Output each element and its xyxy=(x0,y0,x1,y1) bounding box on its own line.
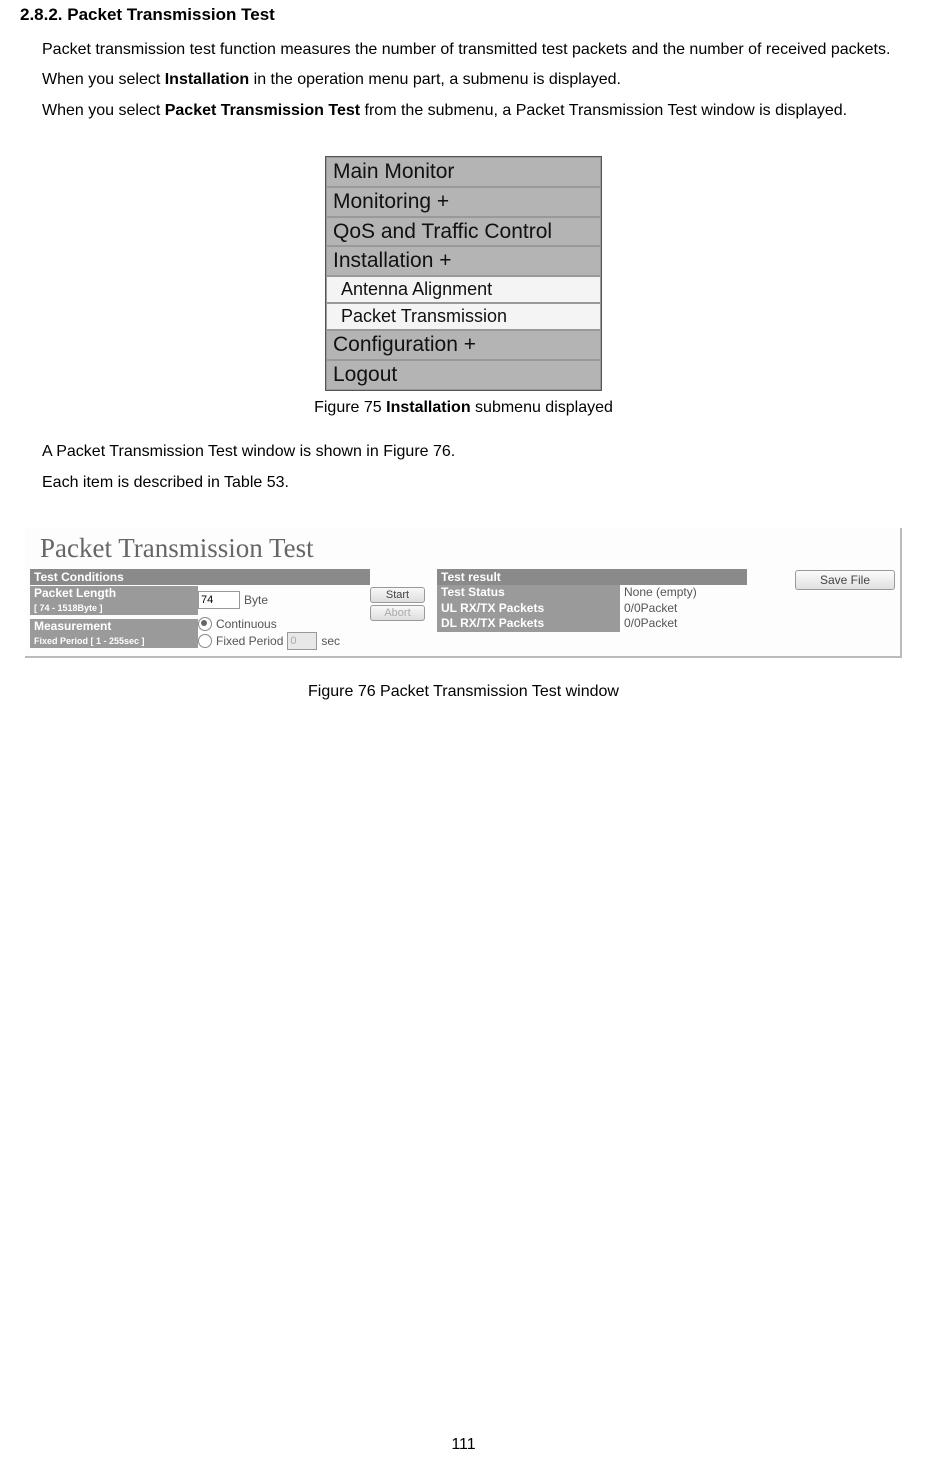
ul-packets-label: UL RX/TX Packets xyxy=(437,601,620,617)
measurement-label: Measurement Fixed Period [ 1 - 255sec ] xyxy=(30,619,198,648)
text-bold: Installation xyxy=(165,71,249,88)
text: Measurement xyxy=(34,619,111,633)
text: Fixed Period [ 1 - 255sec ] xyxy=(34,636,145,646)
paragraph-2: When you select Installation in the oper… xyxy=(20,65,907,95)
menu-logout[interactable]: Logout xyxy=(326,360,601,390)
test-status-label: Test Status xyxy=(437,585,620,601)
fixed-period-unit: sec xyxy=(321,634,340,648)
figure-75-caption: Figure 75 Installation submenu displayed xyxy=(20,399,907,417)
menu-configuration[interactable]: Configuration + xyxy=(326,330,601,360)
paragraph-5: Each item is described in Table 53. xyxy=(20,468,907,498)
packet-length-input[interactable] xyxy=(198,591,240,609)
dl-packets-label: DL RX/TX Packets xyxy=(437,616,620,632)
menu-monitoring[interactable]: Monitoring + xyxy=(326,187,601,217)
menu-qos[interactable]: QoS and Traffic Control xyxy=(326,217,601,246)
figure-75: Main Monitor Monitoring + QoS and Traffi… xyxy=(20,156,907,391)
text: [ 74 - 1518Byte ] xyxy=(34,603,103,613)
menu-packet-transmission[interactable]: Packet Transmission xyxy=(326,303,601,330)
text: When you select xyxy=(42,102,165,119)
menu-installation[interactable]: Installation + xyxy=(326,246,601,276)
text: in the operation menu part, a submenu is… xyxy=(249,71,621,88)
packet-length-label: Packet Length [ 74 - 1518Byte ] xyxy=(30,586,198,615)
figure-76: Packet Transmission Test Test Conditions… xyxy=(25,528,902,658)
figure-76-caption: Figure 76 Packet Transmission Test windo… xyxy=(20,683,907,701)
window-title: Packet Transmission Test xyxy=(25,528,900,569)
fixed-period-input[interactable] xyxy=(287,632,317,650)
ul-packets-value: 0/0Packet xyxy=(620,601,747,617)
abort-button[interactable]: Abort xyxy=(370,605,425,621)
test-conditions-panel: Test Conditions Packet Length [ 74 - 151… xyxy=(30,569,370,651)
text-bold: Installation xyxy=(386,399,470,416)
test-result-panel: Test result Test Status None (empty) UL … xyxy=(437,569,747,632)
fixed-period-radio[interactable] xyxy=(198,634,212,648)
text: Packet Length xyxy=(34,586,116,600)
text-bold: Packet Transmission Test xyxy=(165,102,360,119)
operation-menu: Main Monitor Monitoring + QoS and Traffi… xyxy=(325,156,602,391)
fixed-period-label: Fixed Period xyxy=(216,634,283,648)
menu-antenna-alignment[interactable]: Antenna Alignment xyxy=(326,276,601,303)
packet-length-unit: Byte xyxy=(244,593,268,607)
menu-main-monitor[interactable]: Main Monitor xyxy=(326,157,601,187)
start-button[interactable]: Start xyxy=(370,587,425,603)
text: from the submenu, a Packet Transmission … xyxy=(360,102,847,119)
page-number: 111 xyxy=(0,1436,927,1454)
test-conditions-header: Test Conditions xyxy=(30,569,370,585)
paragraph-3: When you select Packet Transmission Test… xyxy=(20,96,907,126)
dl-packets-value: 0/0Packet xyxy=(620,616,747,632)
text: When you select xyxy=(42,71,165,88)
test-result-header: Test result xyxy=(437,569,747,585)
text: submenu displayed xyxy=(471,399,613,416)
paragraph-1: Packet transmission test function measur… xyxy=(20,35,907,65)
text: Figure 75 xyxy=(314,399,386,416)
continuous-label: Continuous xyxy=(216,617,277,631)
action-buttons: Start Abort xyxy=(370,569,425,621)
save-file-button[interactable]: Save File xyxy=(795,570,895,590)
save-area: Save File xyxy=(747,569,895,590)
paragraph-4: A Packet Transmission Test window is sho… xyxy=(20,437,907,467)
test-status-value: None (empty) xyxy=(620,585,747,601)
continuous-radio[interactable] xyxy=(198,617,212,631)
section-heading: 2.8.2. Packet Transmission Test xyxy=(20,5,907,25)
